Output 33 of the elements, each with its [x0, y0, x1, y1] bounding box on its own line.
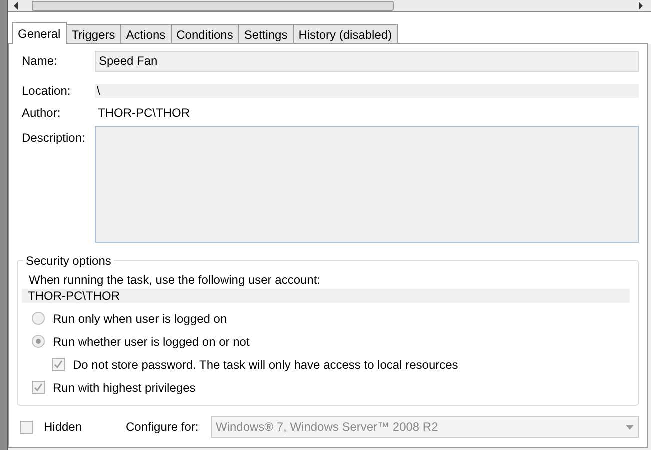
configure-label: Configure for: — [126, 419, 200, 436]
tab[interactable]: Actions — [120, 24, 172, 44]
tab[interactable]: General — [12, 22, 67, 44]
location-field: \ — [95, 84, 639, 98]
checkmark-icon — [54, 360, 63, 369]
radio-button[interactable] — [32, 335, 45, 348]
checkbox[interactable] — [20, 420, 33, 434]
tab[interactable]: History (disabled) — [292, 24, 398, 44]
author-value: THOR-PC\THOR — [97, 105, 191, 122]
account-prompt: When running the task, use the following user account: — [28, 272, 322, 289]
field-label: Description: — [21, 130, 86, 147]
tab[interactable]: Conditions — [170, 24, 240, 44]
dropdown-arrow-icon — [626, 424, 634, 430]
description-field[interactable] — [95, 126, 639, 243]
field-label: Author: — [21, 105, 62, 122]
tab[interactable]: Settings — [238, 24, 294, 44]
hidden-label: Hidden — [44, 419, 84, 436]
field-label: Location: — [21, 83, 72, 100]
checkbox[interactable] — [32, 381, 45, 394]
radio-button[interactable] — [32, 312, 45, 325]
tab[interactable]: Triggers — [66, 24, 122, 44]
field-label: Name: — [21, 53, 58, 70]
option-label: Do not store password. The task will only have access to local resources — [73, 356, 458, 374]
checkmark-icon — [34, 383, 43, 392]
option-label: Run only when user is logged on — [53, 310, 228, 328]
name-field[interactable]: Speed Fan — [95, 50, 639, 72]
option-label: Run whether user is logged on or not — [53, 334, 250, 350]
checkbox[interactable] — [52, 358, 65, 371]
scroll-left-icon[interactable] — [12, 2, 20, 10]
horizontal-scrollbar[interactable] — [8, 0, 651, 12]
account-field: THOR-PC\THOR — [22, 289, 630, 303]
scroll-right-icon[interactable] — [637, 2, 645, 10]
option-label: Run with highest privileges — [53, 380, 196, 396]
